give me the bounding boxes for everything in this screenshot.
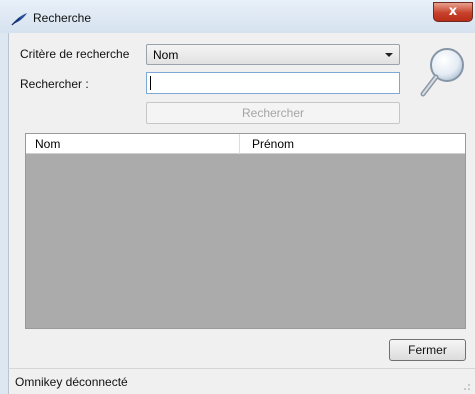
- close-button[interactable]: Fermer: [389, 339, 466, 361]
- status-bar: Omnikey déconnecté: [8, 368, 475, 394]
- criteria-selected-value: Nom: [153, 48, 179, 62]
- search-input[interactable]: [146, 72, 400, 94]
- search-window: Recherche x Critère de recherche Nom Rec…: [0, 0, 475, 394]
- status-text: Omnikey déconnecté: [15, 375, 128, 389]
- close-window-button[interactable]: x: [433, 2, 473, 22]
- dialog-body: Critère de recherche Nom Rechercher : Re…: [8, 33, 475, 368]
- results-grid[interactable]: Nom Prénom: [25, 133, 466, 329]
- search-button[interactable]: Rechercher: [146, 102, 400, 124]
- text-caret: [150, 76, 151, 90]
- grid-header: Nom Prénom: [26, 134, 465, 154]
- title-bar[interactable]: Recherche x: [0, 0, 475, 33]
- chevron-down-icon[interactable]: [385, 53, 393, 57]
- feather-icon: [11, 13, 27, 26]
- resize-grip-icon[interactable]: [463, 383, 471, 391]
- criteria-label: Critère de recherche: [20, 47, 130, 61]
- column-header-nom[interactable]: Nom: [26, 134, 240, 154]
- window-title: Recherche: [33, 11, 92, 25]
- search-label: Rechercher :: [20, 77, 89, 91]
- criteria-select[interactable]: Nom: [146, 44, 400, 65]
- magnifier-icon: [420, 48, 464, 97]
- column-header-prenom[interactable]: Prénom: [240, 134, 465, 154]
